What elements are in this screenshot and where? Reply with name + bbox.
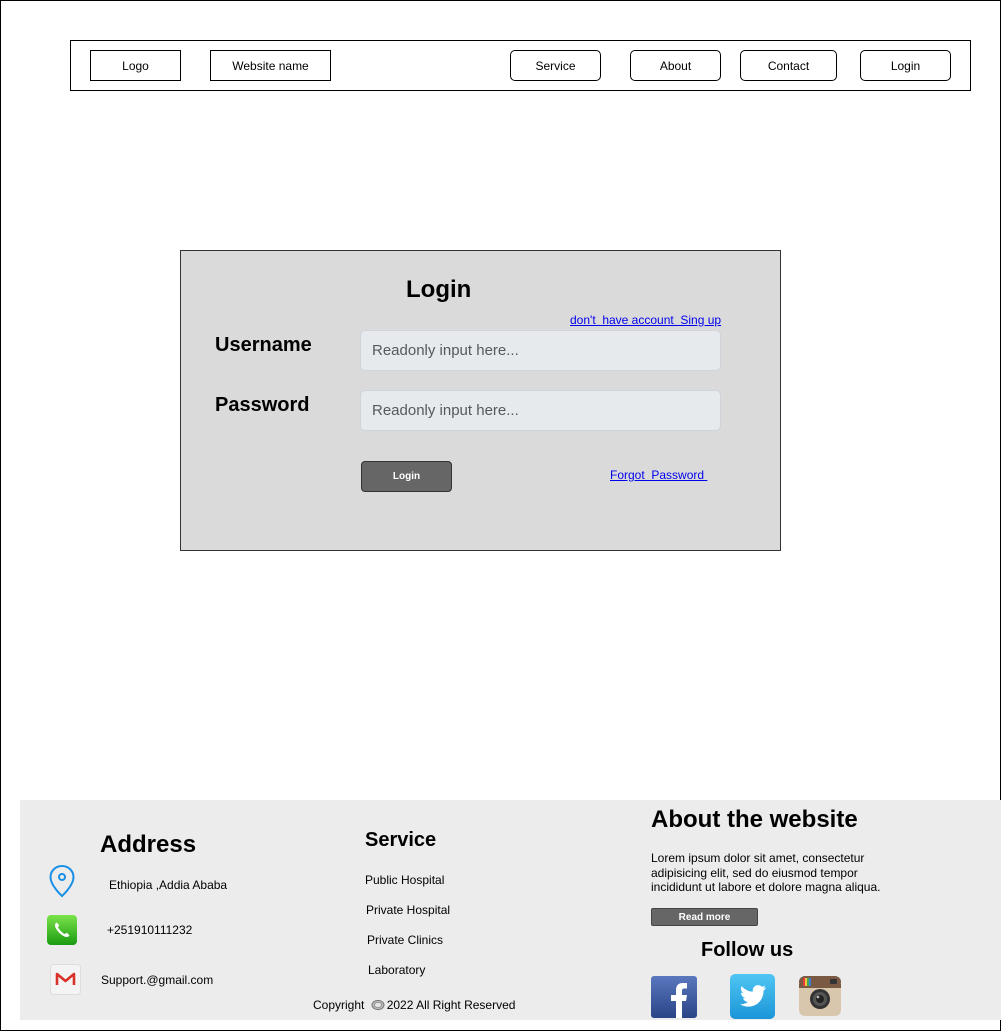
copyright-text: 2022 All Right Reserved	[386, 998, 516, 1012]
read-more-button[interactable]: Read more	[651, 908, 758, 926]
service-item-laboratory[interactable]: Laboratory	[368, 963, 425, 977]
nav-contact-button[interactable]: Contact	[740, 50, 837, 81]
service-item-private-hospital[interactable]: Private Hospital	[366, 903, 450, 917]
facebook-icon[interactable]	[651, 976, 697, 1018]
logo-label: Logo	[122, 58, 149, 73]
login-title: Login	[406, 276, 472, 303]
nav-contact-label: Contact	[767, 58, 810, 73]
nav-service-label: Service	[535, 58, 576, 73]
nav-login-label: Login	[890, 58, 921, 73]
website-name[interactable]: Website name	[210, 50, 331, 81]
login-submit-label: Login	[392, 471, 421, 482]
navbar: Logo Website name Service About Contact …	[70, 40, 971, 91]
about-heading: About the website	[651, 806, 858, 833]
copyright-icon	[371, 999, 385, 1011]
signup-link[interactable]: don't have account Sing up	[570, 313, 721, 327]
nav-about-button[interactable]: About	[630, 50, 721, 81]
address-email: Support.@gmail.com	[101, 973, 214, 987]
username-label: Username	[215, 334, 312, 356]
copyright-prefix: Copyright	[313, 998, 368, 1012]
instagram-icon[interactable]	[799, 976, 841, 1016]
nav-about-label: About	[659, 58, 692, 73]
copyright: Copyright 2022 All Right Reserved	[313, 998, 515, 1012]
login-card: Login don't have account Sing up Usernam…	[180, 250, 781, 551]
follow-heading: Follow us	[701, 939, 794, 961]
gmail-icon	[50, 964, 81, 995]
read-more-label: Read more	[678, 911, 731, 923]
address-location: Ethiopia ,Addia Ababa	[109, 878, 228, 892]
twitter-icon[interactable]	[730, 974, 775, 1019]
about-text: Lorem ipsum dolor sit amet, consectetur …	[651, 851, 881, 894]
nav-login-button[interactable]: Login	[860, 50, 951, 81]
username-input[interactable]	[360, 330, 721, 371]
forgot-password-link[interactable]: Forgot Password	[610, 468, 707, 482]
footer: Address Ethiopia ,Addia Ababa +251910111…	[20, 800, 1001, 1020]
service-item-public-hospital[interactable]: Public Hospital	[365, 873, 444, 887]
logo[interactable]: Logo	[90, 50, 181, 81]
location-pin-icon	[48, 864, 76, 898]
service-item-private-clinics[interactable]: Private Clinics	[367, 933, 443, 947]
password-label: Password	[215, 394, 310, 416]
login-submit-button[interactable]: Login	[361, 461, 452, 492]
website-name-label: Website name	[232, 58, 309, 73]
address-heading: Address	[100, 831, 197, 858]
password-input[interactable]	[360, 390, 721, 431]
address-phone: +251910111232	[107, 923, 193, 937]
service-heading: Service	[365, 829, 437, 851]
nav-service-button[interactable]: Service	[510, 50, 601, 81]
phone-icon	[46, 914, 78, 946]
